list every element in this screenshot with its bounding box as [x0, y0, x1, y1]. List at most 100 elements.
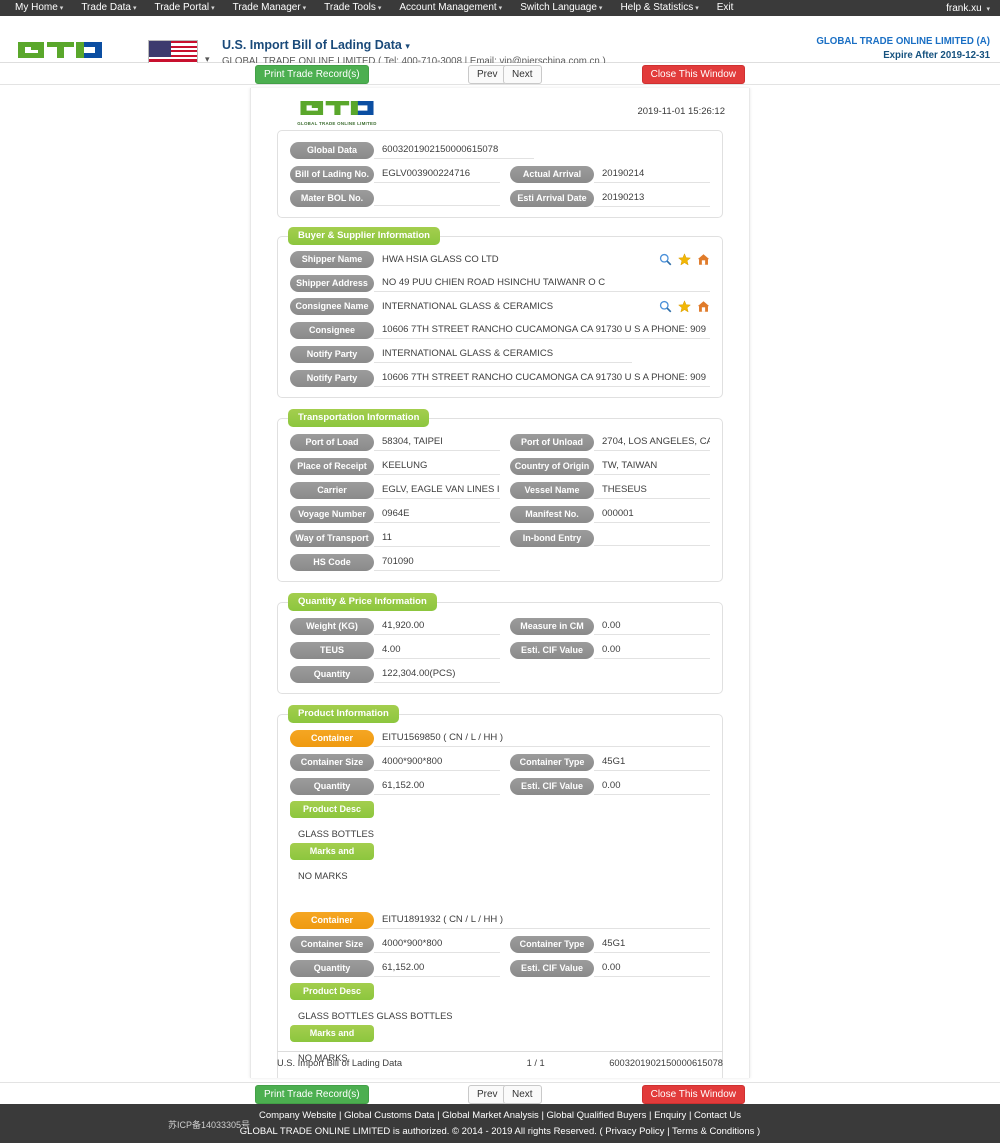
- container-type-label: Container Type: [510, 935, 594, 953]
- user-menu[interactable]: frank.xu ▾: [946, 3, 990, 14]
- nav-item-switch-language[interactable]: Switch Language ▾: [511, 0, 611, 17]
- row-voyage-manifest: Voyage Number 0964E Manifest No. 000001: [290, 505, 710, 523]
- row-container-size-type: Container Size 4000*900*800 Container Typ…: [290, 935, 710, 953]
- next-button-bottom[interactable]: Next: [503, 1085, 542, 1104]
- nav-item-exit[interactable]: Exit: [708, 0, 743, 16]
- prev-button[interactable]: Prev: [468, 65, 507, 84]
- nav-label: Help & Statistics: [620, 1, 694, 13]
- nav-item-help-statistics[interactable]: Help & Statistics ▾: [611, 0, 707, 17]
- row-weight-measure: Weight (KG) 41,920.00 Measure in CM 0.00: [290, 617, 710, 635]
- nav-item-trade-tools[interactable]: Trade Tools ▾: [315, 0, 390, 17]
- print-trade-records-button-bottom[interactable]: Print Trade Record(s): [255, 1085, 369, 1104]
- document-footer-id: 6003201902150000615078: [609, 1058, 723, 1068]
- container-size-value: 4000*900*800: [374, 753, 500, 771]
- master-bol-value: [374, 190, 500, 206]
- hs-code-label: HS Code: [290, 553, 374, 571]
- nav-label: Trade Portal: [154, 1, 210, 13]
- container-label: Container: [290, 729, 374, 747]
- search-icon[interactable]: [659, 300, 672, 313]
- container-size-label: Container Size: [290, 753, 374, 771]
- row-teus-cif: TEUS 4.00 Esti. CIF Value 0.00: [290, 641, 710, 659]
- product-desc-label: Product Desc: [290, 801, 374, 818]
- marks-value: NO MARKS: [298, 871, 348, 881]
- prev-button-bottom[interactable]: Prev: [468, 1085, 507, 1104]
- way-of-transport-value: 11: [374, 529, 500, 547]
- row-notify-party-1: Notify Party INTERNATIONAL GLASS & CERAM…: [290, 345, 710, 363]
- consignee-label: Consignee: [290, 321, 374, 339]
- nav-item-trade-data[interactable]: Trade Data ▾: [72, 0, 145, 17]
- container-size-label: Container Size: [290, 935, 374, 953]
- buyer-supplier-title: Buyer & Supplier Information: [288, 227, 440, 245]
- actual-arrival-label: Actual Arrival: [510, 165, 594, 183]
- nav-item-trade-portal[interactable]: Trade Portal ▾: [145, 0, 223, 17]
- top-navigation-bar: My Home ▾ Trade Data ▾ Trade Portal ▾ Trade…: [0, 0, 1000, 16]
- shipper-name-label: Shipper Name: [290, 251, 374, 268]
- title-chevron-down-icon[interactable]: ▾: [405, 41, 410, 51]
- row-consignee: Consignee 10606 7TH STREET RANCHO CUCAMO…: [290, 321, 710, 339]
- chevron-down-icon: ▾: [377, 4, 382, 12]
- esti-arrival-label: Esti Arrival Date: [510, 189, 594, 207]
- row-quantity: Quantity 122,304.00(PCS): [290, 665, 710, 683]
- hs-code-value: 701090: [374, 553, 500, 571]
- footer-copyright[interactable]: GLOBAL TRADE ONLINE LIMITED is authorize…: [0, 1126, 1000, 1137]
- next-button[interactable]: Next: [503, 65, 542, 84]
- voyage-number-value: 0964E: [374, 505, 500, 523]
- product-desc-value: GLASS BOTTLES GLASS BOTTLES: [298, 1011, 453, 1021]
- in-bond-entry-value: [594, 530, 710, 546]
- home-icon[interactable]: [697, 253, 710, 266]
- weight-label: Weight (KG): [290, 617, 374, 635]
- star-icon[interactable]: [678, 300, 691, 313]
- document-header: GLOBAL TRADE ONLINE LIMITED 2019-11-01 1…: [251, 88, 749, 130]
- chevron-down-icon: ▾: [302, 4, 307, 12]
- home-icon[interactable]: [697, 300, 710, 313]
- close-window-button[interactable]: Close This Window: [641, 65, 745, 84]
- chevron-down-icon: ▾: [986, 5, 990, 13]
- quantity-label: Quantity: [290, 665, 374, 683]
- way-of-transport-label: Way of Transport: [290, 529, 374, 547]
- chevron-down-icon: ▾: [59, 4, 64, 12]
- gto-logo-mark: [300, 101, 374, 115]
- product-information-panel: Product Information Container EITU156985…: [277, 705, 723, 1078]
- container-value: EITU1569850 ( CN / L / HH ): [374, 729, 710, 747]
- footer-links[interactable]: Company Website | Global Customs Data | …: [0, 1110, 1000, 1121]
- container-quantity-value: 61,152.00: [374, 777, 500, 795]
- row-marks-label: Marks and: [290, 843, 710, 860]
- country-of-origin-label: Country of Origin: [510, 457, 594, 475]
- port-of-load-label: Port of Load: [290, 433, 374, 451]
- nav-label: Trade Data: [81, 1, 131, 13]
- teus-label: TEUS: [290, 641, 374, 659]
- global-data-value: 6003201902150000615078: [374, 141, 534, 159]
- carrier-value: EGLV, EAGLE VAN LINES INC: [374, 481, 500, 499]
- carrier-label: Carrier: [290, 481, 374, 499]
- port-of-unload-label: Port of Unload: [510, 433, 594, 451]
- quantity-price-title: Quantity & Price Information: [288, 593, 437, 611]
- row-shipper-address: Shipper Address NO 49 PUU CHIEN ROAD HSI…: [290, 274, 710, 292]
- page-footer: 苏ICP备14033305号 Company Website | Global …: [0, 1104, 1000, 1143]
- document-sheet: mn.gtodata.com GLOBAL TRADE ONLINE LIMIT…: [250, 88, 750, 1078]
- chevron-down-icon: ▾: [695, 4, 699, 12]
- search-icon[interactable]: [659, 253, 672, 266]
- nav-label: Switch Language: [520, 1, 597, 13]
- print-trade-records-button[interactable]: Print Trade Record(s): [255, 65, 369, 84]
- esti-cif-value-label: Esti. CIF Value: [510, 641, 594, 659]
- star-icon[interactable]: [678, 253, 691, 266]
- container-type-value: 45G1: [594, 935, 710, 953]
- nav-item-trade-manager[interactable]: Trade Manager ▾: [224, 0, 316, 17]
- row-container-qty-cif: Quantity 61,152.00 Esti. CIF Value 0.00: [290, 959, 710, 977]
- bill-of-lading-value: EGLV003900224716: [374, 165, 500, 183]
- close-window-button-bottom[interactable]: Close This Window: [641, 1085, 745, 1104]
- nav-label: Exit: [716, 2, 734, 13]
- page-title: U.S. Import Bill of Lading Data ▾: [222, 38, 410, 52]
- row-product-desc-label: Product Desc: [290, 983, 710, 1000]
- account-name: GLOBAL TRADE ONLINE LIMITED (A): [816, 36, 990, 47]
- shipper-name-actions: [653, 252, 710, 268]
- row-container: Container EITU1569850 ( CN / L / HH ): [290, 729, 710, 747]
- consignee-name-value: INTERNATIONAL GLASS & CERAMICS: [382, 301, 554, 312]
- notify-party-value: INTERNATIONAL GLASS & CERAMICS: [374, 345, 632, 363]
- container-cif-label: Esti. CIF Value: [510, 777, 594, 795]
- nav-item-account-management[interactable]: Account Management ▾: [390, 0, 511, 17]
- row-carrier-vessel: CarrierEGLV, EAGLE VAN LINES INC Vessel …: [290, 481, 710, 499]
- product-desc-label: Product Desc: [290, 983, 374, 1000]
- marks-label: Marks and: [290, 1025, 374, 1042]
- nav-item-my-home[interactable]: My Home ▾: [6, 0, 72, 17]
